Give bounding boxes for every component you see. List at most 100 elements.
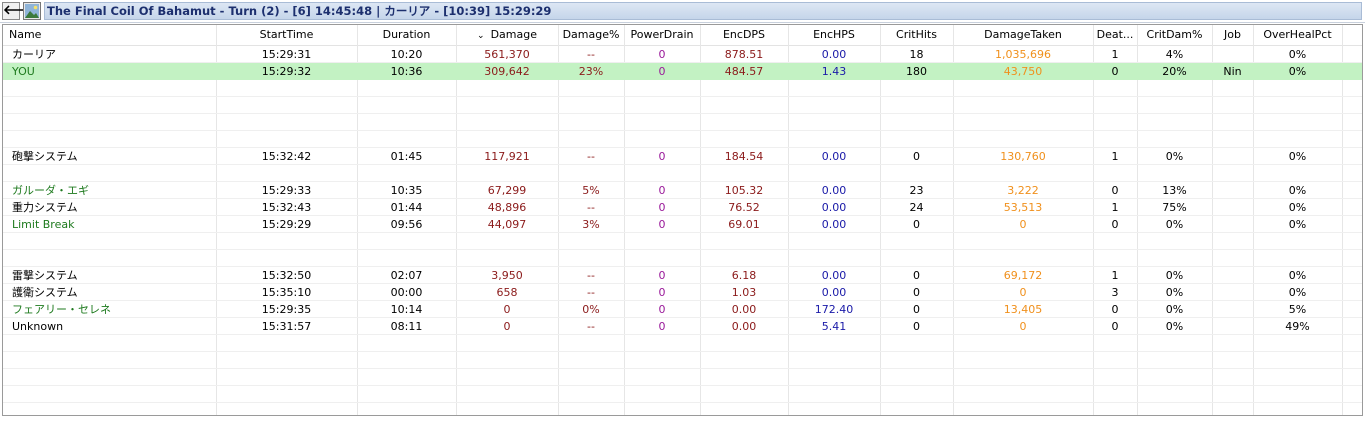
cell-crithits: 0 [913,286,920,299]
cell-damage: 0 [503,320,511,333]
cell-crithits: 0 [913,269,920,282]
cell-critdam: 0% [1165,269,1184,282]
cell-job [1212,46,1253,63]
cell-crithits: 23 [909,184,924,197]
table-row[interactable]: Limit Break 15:29:29 09:56 44,097 3% 0 69.01 0.… [3,216,1362,233]
cell-dmgtaken: 13,405 [1003,303,1043,316]
column-header-dmgpct[interactable]: Damage% [558,25,624,45]
table-row[interactable]: 護衛システム 15:35:10 00:00 658 -- 0 1.03 0.00 0 0 3 0% 0% [3,284,1362,301]
cell-name: カーリア [12,48,56,61]
row-divider [3,402,1362,403]
cell-damage: 117,921 [484,150,530,163]
column-header-crithits[interactable]: CritHits [880,25,953,45]
window-title: The Final Coil Of Bahamut - Turn (2) - [… [44,2,1362,20]
table-row[interactable]: 雷撃システム 15:32:50 02:07 3,950 -- 0 6.18 0.00 0 69,1… [3,267,1362,284]
cell-dmgpct: -- [587,286,595,299]
cell-powerdrain: 0 [658,184,666,197]
table-row[interactable]: 砲撃システム 15:32:42 01:45 117,921 -- 0 184.54 0.00 0… [3,148,1362,165]
column-header-label: StartTime [259,28,314,41]
cell-encdps: 69.01 [728,218,760,231]
cell-enchps: 0.00 [821,201,847,214]
column-header-label: Damage [490,28,537,41]
column-header-label: Duration [382,28,431,41]
column-header-overheal[interactable]: OverHealPct [1253,25,1342,45]
cell-deaths: 1 [1111,48,1119,61]
table-row[interactable]: ガルーダ・エギ 15:29:33 10:35 67,299 5% 0 105.32 0.00 2… [3,182,1362,199]
cell-powerdrain: 0 [658,218,666,231]
back-arrow-icon[interactable]: 🡐 [2,2,38,20]
cell-name: 護衛システム [12,286,78,299]
cell-overheal: 0% [1288,201,1307,214]
sort-descending-icon: ⌄ [477,31,485,41]
cell-enchps: 0.00 [821,286,847,299]
cell-overheal: 49% [1285,320,1310,333]
table-row[interactable]: Unknown 15:31:57 08:11 0 -- 0 0.00 5.41 0 0 0 0% 49% [3,318,1362,335]
table-row[interactable]: カーリア 15:29:31 10:20 561,370 -- 0 878.51 0.00 18 1… [3,46,1362,63]
cell-job [1212,216,1253,233]
cell-overheal: 5% [1288,303,1307,316]
cell-critdam: 0% [1165,303,1184,316]
cell-dmgtaken: 0 [1019,218,1027,231]
picture-icon[interactable] [23,2,41,20]
cell-damage: 48,896 [487,201,527,214]
cell-dmgpct: 3% [582,218,600,231]
cell-enchps: 0.00 [821,48,847,61]
column-header-powerdrain[interactable]: PowerDrain [624,25,700,45]
column-header-deaths[interactable]: Deat... [1093,25,1137,45]
cell-enchps: 172.40 [814,303,854,316]
row-divider [3,385,1362,386]
cell-dmgpct: -- [587,320,595,333]
cell-dmgpct: 0% [582,303,600,316]
cell-crithits: 0 [913,150,920,163]
cell-dmgtaken: 0 [1019,286,1027,299]
column-header-dmgtaken[interactable]: DamageTaken [953,25,1093,45]
cell-dmgtaken: 1,035,696 [995,48,1051,61]
cell-crithits: 0 [913,218,920,231]
cell-encdps: 76.52 [728,201,760,214]
cell-enchps: 1.43 [821,65,847,78]
cell-start: 15:29:33 [261,184,312,197]
cell-crithits: 24 [909,201,924,214]
cell-damage: 67,299 [487,184,527,197]
cell-deaths: 1 [1111,150,1119,163]
cell-overheal: 0% [1288,286,1307,299]
cell-overheal: 0% [1288,218,1307,231]
cell-overheal: 0% [1288,269,1307,282]
cell-start: 15:29:32 [261,65,312,78]
column-header-duration[interactable]: Duration [357,25,456,45]
table-row[interactable]: 重力システム 15:32:43 01:44 48,896 -- 0 76.52 0.00 24 5… [3,199,1362,216]
column-header-encdps[interactable]: EncDPS [700,25,788,45]
column-header-enchps[interactable]: EncHPS [788,25,880,45]
cell-critdam: 0% [1165,218,1184,231]
cell-powerdrain: 0 [658,320,666,333]
cell-duration: 08:11 [390,320,423,333]
cell-powerdrain: 0 [658,286,666,299]
cell-crithits: 18 [909,48,924,61]
cell-encdps: 0.00 [731,303,757,316]
column-header-label: Deat... [1096,28,1134,41]
cell-overheal: 0% [1288,150,1307,163]
column-header-critdam[interactable]: CritDam% [1137,25,1212,45]
cell-critdam: 4% [1165,48,1184,61]
row-divider [3,368,1362,369]
column-header-label: OverHealPct [1263,28,1332,41]
cell-duration: 10:14 [390,303,423,316]
cell-start: 15:32:50 [261,269,312,282]
cell-enchps: 5.41 [821,320,847,333]
cell-dmgtaken: 130,760 [1000,150,1046,163]
cell-name: YOU [12,65,35,78]
column-header-job[interactable]: Job [1212,25,1253,45]
column-header-damage[interactable]: ⌄ Damage [456,25,558,45]
cell-crithits: 180 [906,65,927,78]
column-header-name[interactable]: Name [3,25,216,45]
cell-dmgtaken: 69,172 [1003,269,1043,282]
cell-critdam: 0% [1165,286,1184,299]
cell-job [1212,284,1253,301]
table-row[interactable]: YOU 15:29:32 10:36 309,642 23% 0 484.57 1.43 180… [3,63,1362,80]
cell-job: Nin [1223,65,1242,78]
cell-powerdrain: 0 [658,150,666,163]
cell-deaths: 0 [1111,218,1119,231]
column-header-start[interactable]: StartTime [216,25,357,45]
table-row[interactable]: フェアリー・セレネ 15:29:35 10:14 0 0% 0 0.00 172.40 0 13,… [3,301,1362,318]
cell-name: 雷撃システム [12,269,78,282]
